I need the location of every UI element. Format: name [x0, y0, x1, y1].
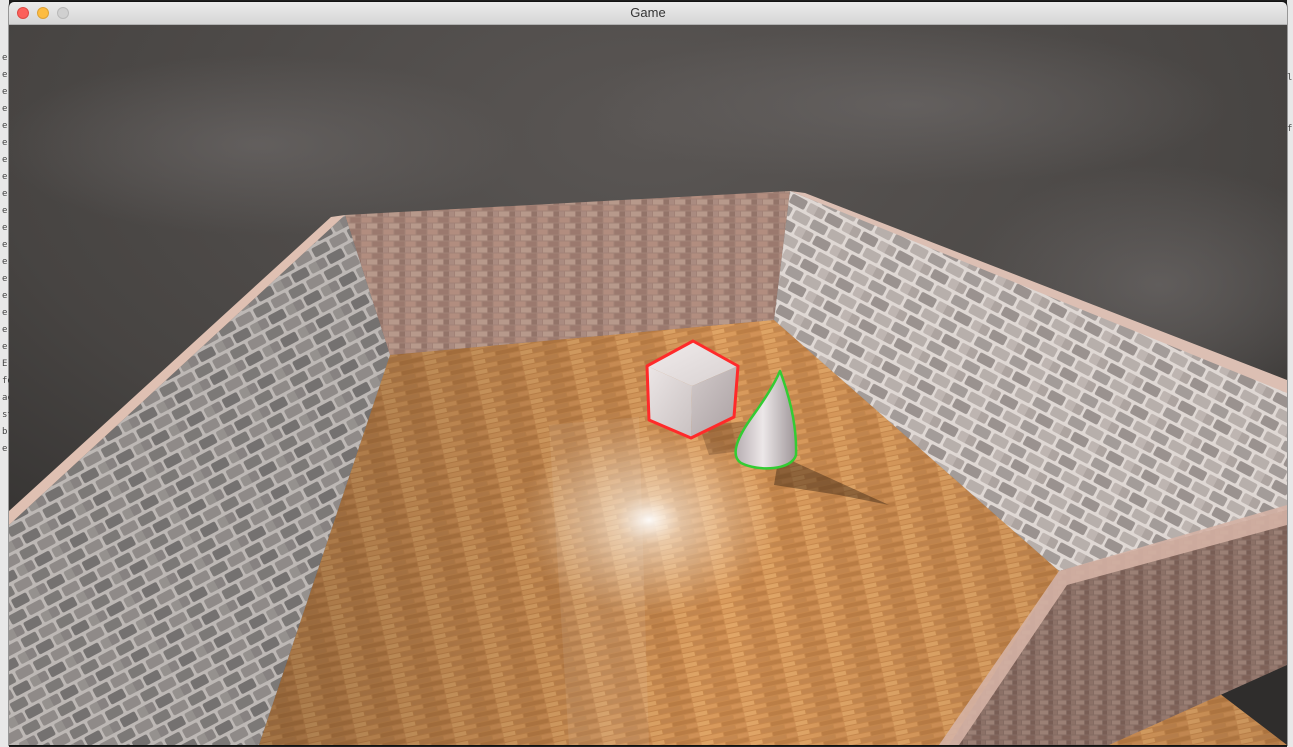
background-text-line: e: [2, 274, 8, 284]
window-title: Game: [630, 5, 666, 20]
background-text-line: st: [2, 410, 9, 420]
background-text-line: f: [1287, 124, 1293, 134]
window-titlebar[interactable]: Game: [9, 2, 1287, 25]
background-text-line: e: [2, 240, 8, 250]
background-text-line: e: [2, 121, 8, 131]
background-text-line: [1287, 138, 1293, 155]
background-text-line: e: [2, 155, 8, 165]
background-text-line: e: [2, 53, 8, 63]
background-app-strip-left: eeeeeeeeeeeeeeeeeeEfeacstbe: [0, 0, 9, 747]
background-text-line: [1287, 104, 1293, 121]
background-text-line: e: [2, 87, 8, 97]
background-text-line: e: [2, 104, 8, 114]
background-text-line: e: [2, 70, 8, 80]
background-app-strip-right: lf: [1287, 0, 1293, 747]
game-viewport[interactable]: [9, 25, 1287, 745]
background-text-line: e: [2, 172, 8, 182]
background-text-line: e: [2, 206, 8, 216]
background-text-line: e: [2, 223, 8, 233]
background-text-line: b: [2, 427, 8, 437]
background-text-line: ac: [2, 393, 9, 403]
background-text-line: e: [2, 342, 8, 352]
background-text-line: e: [2, 308, 8, 318]
background-text-line: E: [2, 359, 8, 369]
background-text-line: e: [2, 325, 8, 335]
cloud: [9, 55, 519, 235]
background-text-line: l: [1287, 73, 1293, 83]
background-text-line: e: [2, 189, 8, 199]
background-text-line: [1287, 87, 1293, 104]
background-text-line: e: [2, 257, 8, 267]
cloud: [589, 25, 1229, 185]
background-text-line: fe: [2, 376, 9, 386]
background-text-line: e: [2, 444, 8, 454]
background-text-line: e: [2, 138, 8, 148]
scene-render[interactable]: [9, 25, 1287, 745]
background-text-line: e: [2, 291, 8, 301]
game-window[interactable]: Game: [9, 2, 1287, 745]
